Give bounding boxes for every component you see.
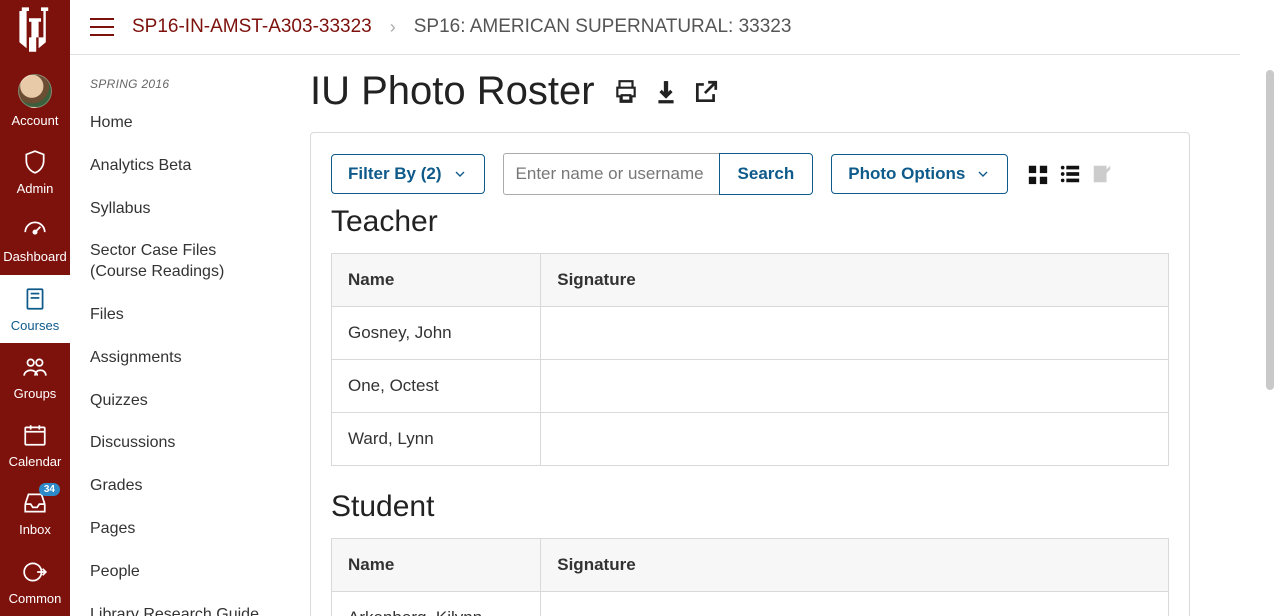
shield-icon [21, 148, 49, 176]
nav-courses[interactable]: Courses [0, 275, 70, 343]
coursenav-sector-case-files[interactable]: Sector Case Files (Course Readings) [90, 233, 280, 291]
coursenav-quizzes[interactable]: Quizzes [90, 383, 280, 420]
logout-icon [21, 558, 49, 586]
table-row: Arkenberg, Kilynn [332, 592, 1169, 616]
coursenav-syllabus[interactable]: Syllabus [90, 191, 280, 228]
grid-view-icon[interactable] [1026, 163, 1050, 185]
cell-name: Arkenberg, Kilynn [332, 592, 541, 616]
search-input[interactable] [503, 153, 719, 195]
roster-panel: Filter By (2) Search Photo Options [310, 132, 1190, 616]
nav-label: Groups [14, 387, 57, 401]
nav-label: Account [12, 114, 59, 128]
table-row: Ward, Lynn [332, 413, 1169, 466]
calendar-icon [21, 421, 49, 449]
breadcrumb-course-title: SP16: AMERICAN SUPERNATURAL: 33323 [414, 16, 792, 38]
cell-name: One, Octest [332, 360, 541, 413]
coursenav-analytics[interactable]: Analytics Beta [90, 148, 280, 185]
col-name: Name [332, 254, 541, 307]
nav-groups[interactable]: Groups [0, 343, 70, 411]
signin-sheet-icon[interactable] [1090, 163, 1114, 185]
cell-signature [541, 360, 1169, 413]
page-main: IU Photo Roster Filter By (2) [280, 55, 1240, 616]
coursenav-grades[interactable]: Grades [90, 468, 280, 505]
menu-toggle-icon[interactable] [90, 18, 114, 36]
section-heading-student: Student [331, 490, 1169, 524]
chevron-down-icon [975, 166, 991, 182]
roster-toolbar: Filter By (2) Search Photo Options [331, 153, 1169, 195]
main-scroll[interactable]: SP16-IN-AMST-A303-33323 › SP16: AMERICAN… [70, 0, 1280, 616]
coursenav-assignments[interactable]: Assignments [90, 340, 280, 377]
cell-name: Gosney, John [332, 307, 541, 360]
scrollbar-thumb[interactable] [1266, 70, 1274, 390]
coursenav-people[interactable]: People [90, 554, 280, 591]
teacher-table: Name Signature Gosney, John One, Octest [331, 253, 1169, 466]
list-view-icon[interactable] [1058, 163, 1082, 185]
nav-dashboard[interactable]: Dashboard [0, 206, 70, 274]
col-name: Name [332, 539, 541, 592]
global-sidebar: Account Admin Dashboard Courses Groups C… [0, 0, 70, 616]
breadcrumb-bar: SP16-IN-AMST-A303-33323 › SP16: AMERICAN… [70, 0, 1240, 55]
nav-label: Dashboard [3, 250, 67, 264]
filter-label: Filter By (2) [348, 164, 442, 184]
breadcrumb-course-code[interactable]: SP16-IN-AMST-A303-33323 [132, 16, 372, 38]
trident-icon [17, 5, 53, 58]
nav-account[interactable]: Account [0, 64, 70, 138]
filter-by-button[interactable]: Filter By (2) [331, 154, 485, 194]
nav-label: Admin [17, 182, 54, 196]
coursenav-home[interactable]: Home [90, 105, 280, 142]
nav-calendar[interactable]: Calendar [0, 411, 70, 479]
section-heading-teacher: Teacher [331, 205, 1169, 239]
table-row: Gosney, John [332, 307, 1169, 360]
term-label: SPRING 2016 [90, 77, 280, 91]
photo-options-button[interactable]: Photo Options [831, 154, 1008, 194]
cell-signature [541, 413, 1169, 466]
coursenav-discussions[interactable]: Discussions [90, 425, 280, 462]
nav-label: Courses [11, 319, 59, 333]
iu-logo[interactable] [0, 0, 70, 64]
book-icon [21, 285, 49, 313]
inbox-badge: 34 [39, 483, 60, 496]
gauge-icon [21, 216, 49, 244]
coursenav-pages[interactable]: Pages [90, 511, 280, 548]
avatar-icon [18, 74, 52, 108]
nav-label: Inbox [19, 523, 51, 537]
cell-signature [541, 592, 1169, 616]
course-nav: SPRING 2016 Home Analytics Beta Syllabus… [70, 55, 280, 616]
nav-label: Common [9, 592, 62, 606]
photo-options-label: Photo Options [848, 164, 965, 184]
coursenav-files[interactable]: Files [90, 297, 280, 334]
external-link-icon[interactable] [693, 79, 719, 105]
nav-common[interactable]: Common [0, 548, 70, 616]
cell-name: Ward, Lynn [332, 413, 541, 466]
nav-label: Calendar [9, 455, 62, 469]
nav-inbox[interactable]: 34 Inbox [0, 479, 70, 547]
coursenav-library[interactable]: Library Research Guide [90, 597, 280, 616]
nav-admin[interactable]: Admin [0, 138, 70, 206]
chevron-right-icon: › [390, 17, 396, 38]
table-row: One, Octest [332, 360, 1169, 413]
search-button[interactable]: Search [719, 153, 814, 195]
chevron-down-icon [452, 166, 468, 182]
cell-signature [541, 307, 1169, 360]
col-signature: Signature [541, 254, 1169, 307]
download-icon[interactable] [653, 79, 679, 105]
group-icon [21, 353, 49, 381]
student-table: Name Signature Arkenberg, Kilynn [331, 538, 1169, 616]
print-icon[interactable] [613, 79, 639, 105]
col-signature: Signature [541, 539, 1169, 592]
page-title: IU Photo Roster [310, 69, 595, 114]
